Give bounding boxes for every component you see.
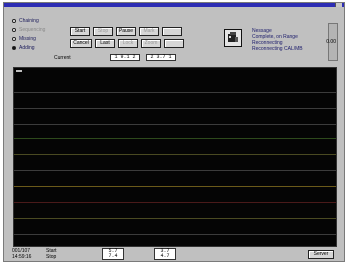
status-field-2[interactable]: 3.7 4.7 — [154, 248, 176, 260]
title-bar — [4, 3, 344, 7]
blank-button-2[interactable] — [164, 39, 184, 48]
mark-button[interactable]: Mark — [139, 27, 159, 36]
radio-label: Adding — [19, 44, 35, 51]
mode-radio-group: Chaining Sequencing Missing Adding — [12, 16, 60, 52]
current-value-field-2[interactable]: 2 3.7 1 — [146, 54, 176, 61]
info-line: Reconnecting CAL/MB — [252, 46, 303, 52]
signal-trace — [14, 108, 336, 109]
instrument-icon-button[interactable] — [224, 29, 242, 47]
radio-icon — [12, 36, 16, 41]
status-time: 14:59:16 — [12, 254, 32, 260]
status-bar: 001/107 14:59:16 Start Stop 5.7 7.4 3.7 … — [6, 247, 342, 261]
blank-button[interactable] — [162, 27, 182, 36]
signal-trace — [14, 170, 336, 171]
signal-trace — [14, 186, 336, 187]
zoom-button[interactable]: Zoom — [141, 39, 161, 48]
instrument-icon — [228, 32, 238, 42]
status-field-1-bottom: 7.4 — [108, 253, 118, 259]
signal-trace — [14, 138, 336, 139]
cancel-button[interactable]: Cancel — [70, 39, 92, 48]
radio-label: Chaining — [19, 17, 39, 24]
lock-button[interactable]: Lock — [118, 39, 138, 48]
radio-icon — [12, 18, 16, 23]
status-field-2-bottom: 4.7 — [160, 253, 170, 259]
display-origin-marker — [16, 70, 22, 72]
stop-button[interactable]: Stop — [93, 27, 113, 36]
pause-button[interactable]: Pause — [116, 27, 136, 36]
status-info-panel: Nessage Complete, on Range Reconnecting … — [252, 28, 332, 52]
close-button[interactable] — [335, 3, 342, 7]
signal-trace — [14, 202, 336, 203]
signal-trace — [14, 92, 336, 93]
radio-label: Missing — [19, 35, 36, 42]
toolbar: Chaining Sequencing Missing Adding Start… — [6, 9, 342, 65]
start-button[interactable]: Start — [70, 27, 90, 36]
signal-trace — [14, 234, 336, 235]
current-label: Current — [54, 55, 71, 61]
trace-display[interactable] — [13, 67, 337, 247]
server-button[interactable]: Server — [308, 250, 334, 259]
last-button[interactable]: Last — [95, 39, 115, 48]
signal-trace — [14, 124, 336, 125]
signal-trace — [14, 154, 336, 155]
side-readout: 0.00 — [326, 39, 336, 45]
signal-trace — [14, 218, 336, 219]
radio-mode-sequencing[interactable]: Sequencing — [12, 25, 60, 34]
radio-mode-missing[interactable]: Missing — [12, 34, 60, 43]
radio-mode-adding[interactable]: Adding — [12, 43, 60, 52]
radio-label: Sequencing — [19, 26, 46, 33]
current-value-field-1[interactable]: 1 9.1 2 — [110, 54, 140, 61]
radio-icon — [12, 27, 16, 32]
status-field-1[interactable]: 5.7 7.4 — [102, 248, 124, 260]
application-window: Chaining Sequencing Missing Adding Start… — [3, 2, 345, 262]
status-stop-label: Stop — [46, 254, 57, 260]
radio-icon-selected — [12, 45, 16, 50]
radio-mode-chaining[interactable]: Chaining — [12, 16, 60, 25]
